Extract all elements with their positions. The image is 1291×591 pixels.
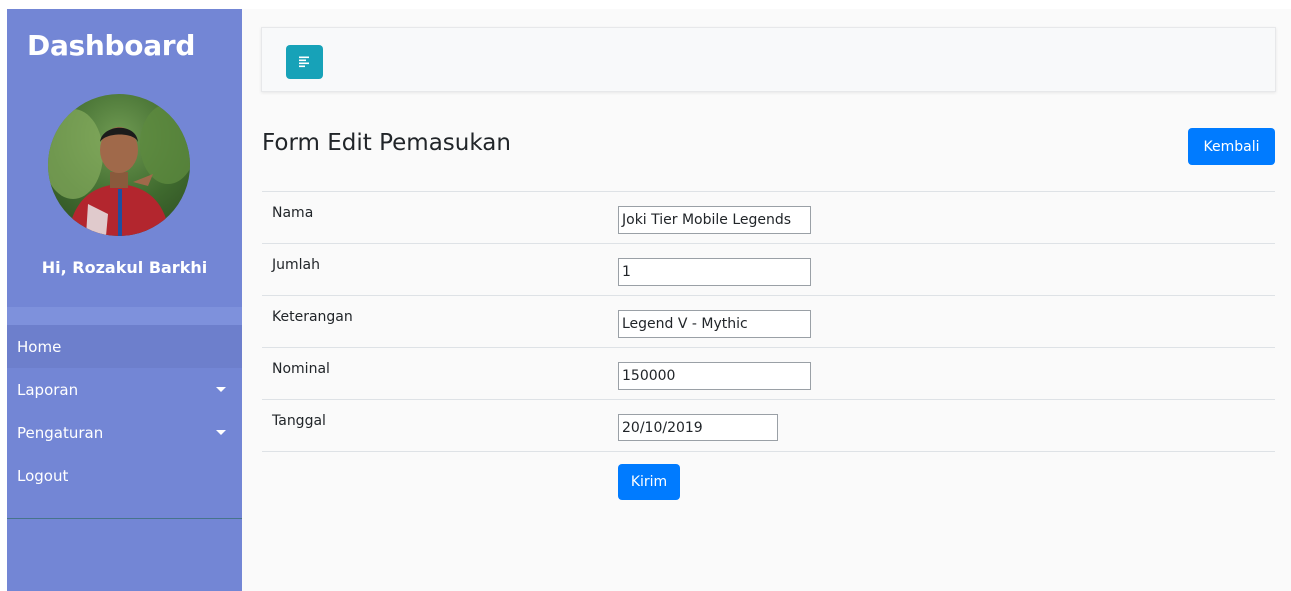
sidebar-header: Dashboard Hi, Rozakul Barkhi [7,9,242,307]
top-navbar [261,27,1276,92]
form-row-nominal: Nominal 150000 [262,348,1275,400]
sidebar: Dashboard Hi, Rozakul Barkhi Home Lapora… [7,9,242,591]
sidebar-toggle-button[interactable] [286,45,323,79]
nominal-input[interactable]: 150000 [618,362,811,390]
avatar-photo [48,104,190,236]
field-label: Jumlah [272,257,320,273]
nav-divider [7,307,242,325]
avatar [48,94,190,236]
back-button[interactable]: Kembali [1188,128,1275,165]
sidebar-item-label: Home [17,337,62,356]
sidebar-item-pengaturan[interactable]: Pengaturan [7,411,242,454]
sidebar-item-logout[interactable]: Logout [7,454,242,497]
field-label: Nama [272,205,314,221]
submit-button[interactable]: Kirim [618,464,680,500]
main-content: Form Edit Pemasukan Kembali Nama Joki Ti… [242,9,1291,591]
jumlah-input[interactable]: 1 [618,258,811,286]
brand-title: Dashboard [27,29,196,62]
form-row-jumlah: Jumlah 1 [262,244,1275,296]
caret-down-icon [216,430,226,435]
sidebar-nav: Home Laporan Pengaturan Logout [7,307,242,519]
field-label: Nominal [272,361,330,377]
form-row-keterangan: Keterangan Legend V - Mythic [262,296,1275,348]
keterangan-input[interactable]: Legend V - Mythic [618,310,811,338]
caret-down-icon [216,387,226,392]
sidebar-item-label: Logout [17,466,69,485]
align-left-icon [298,56,309,68]
tanggal-date-input[interactable]: 20/10/2019 [618,414,778,441]
page-title: Form Edit Pemasukan [262,130,511,156]
field-label: Keterangan [272,309,353,325]
form-row-tanggal: Tanggal 20/10/2019 [262,400,1275,452]
sidebar-item-label: Laporan [17,380,79,399]
edit-form: Nama Joki Tier Mobile Legends Jumlah 1 K… [262,191,1275,512]
sidebar-item-label: Pengaturan [17,423,104,442]
form-actions: Kirim [262,452,1275,512]
nama-input[interactable]: Joki Tier Mobile Legends [618,206,811,234]
field-label: Tanggal [272,413,326,429]
form-row-nama: Nama Joki Tier Mobile Legends [262,192,1275,244]
sidebar-item-laporan[interactable]: Laporan [7,368,242,411]
sidebar-item-home[interactable]: Home [7,325,242,368]
user-greeting: Hi, Rozakul Barkhi [41,258,208,277]
